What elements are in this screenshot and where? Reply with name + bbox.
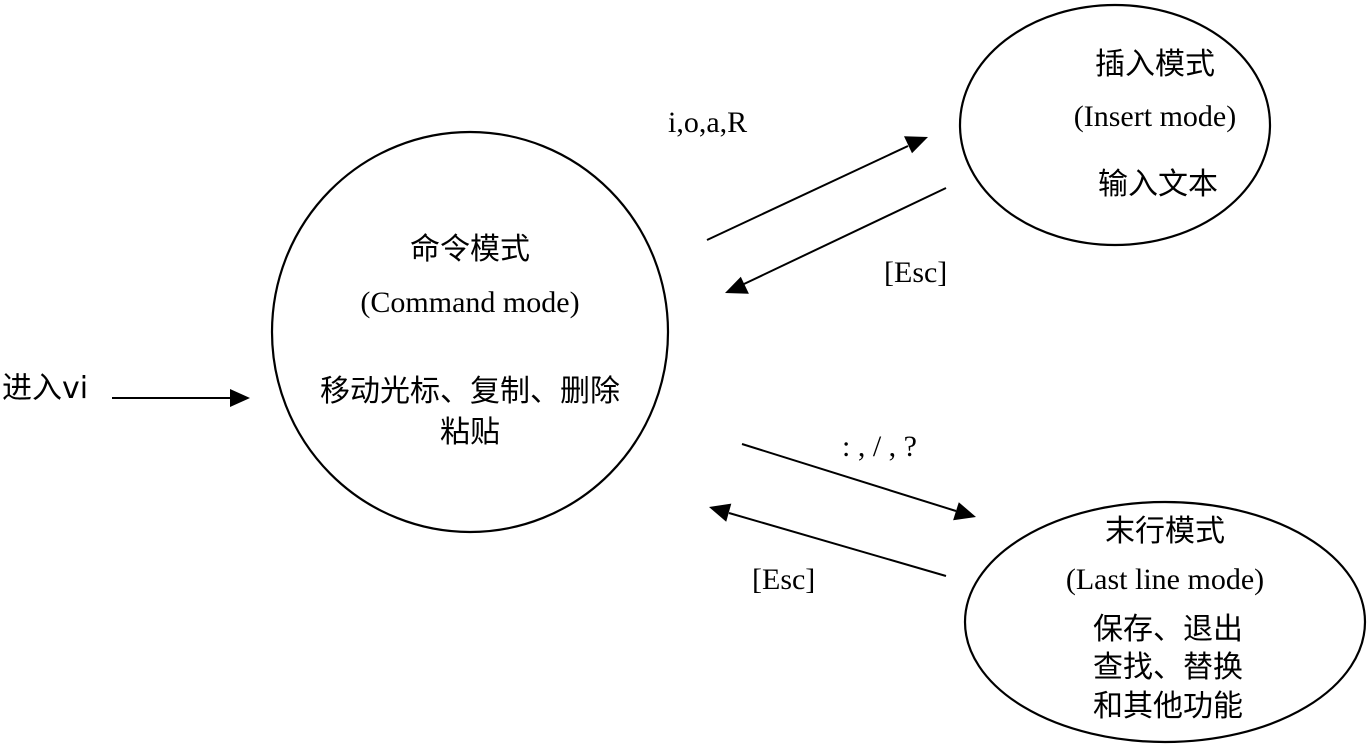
- arrow-insert-to-command-head: [725, 276, 749, 294]
- command-mode-title: 命令模式: [410, 232, 530, 267]
- last-line-mode-title: 末行模式: [1105, 514, 1225, 549]
- arrow-command-to-insert-head: [904, 136, 928, 154]
- command-mode-subtitle: (Command mode): [360, 286, 580, 319]
- insert-mode-desc: 输入文本: [1098, 167, 1218, 202]
- command-mode-desc-line2: 粘贴: [440, 415, 500, 450]
- last-line-mode-desc-line3: 和其他功能: [1093, 689, 1243, 724]
- label-to-last-line: : , / , ?: [842, 430, 917, 463]
- insert-mode-subtitle: (Insert mode): [1073, 100, 1237, 133]
- arrow-command-to-insert: [706, 145, 909, 241]
- arrow-command-to-last-line-head: [953, 502, 976, 521]
- insert-mode-title: 插入模式: [1095, 47, 1215, 82]
- command-mode-node: [270, 130, 670, 534]
- last-line-mode-desc-line2: 查找、替换: [1093, 650, 1243, 685]
- label-to-insert: i,o,a,R: [668, 106, 748, 139]
- last-line-mode-desc-line1: 保存、退出: [1093, 612, 1243, 647]
- entry-arrow-head: [230, 389, 250, 407]
- last-line-mode-subtitle: (Last line mode): [1065, 563, 1265, 596]
- label-last-line-to-command: [Esc]: [752, 563, 816, 596]
- label-insert-to-command: [Esc]: [884, 256, 948, 289]
- command-mode-desc-line1: 移动光标、复制、删除: [320, 374, 620, 409]
- entry-label: 进入vi: [2, 371, 89, 406]
- arrow-last-line-to-command-head: [709, 503, 732, 522]
